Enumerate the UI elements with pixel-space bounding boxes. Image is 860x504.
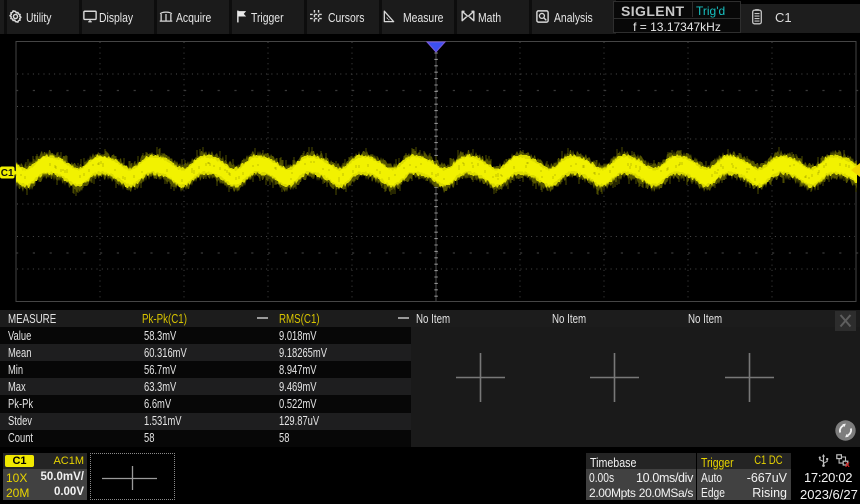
svg-text:x: x xyxy=(845,459,850,467)
svg-text:C1: C1 xyxy=(1,168,14,179)
